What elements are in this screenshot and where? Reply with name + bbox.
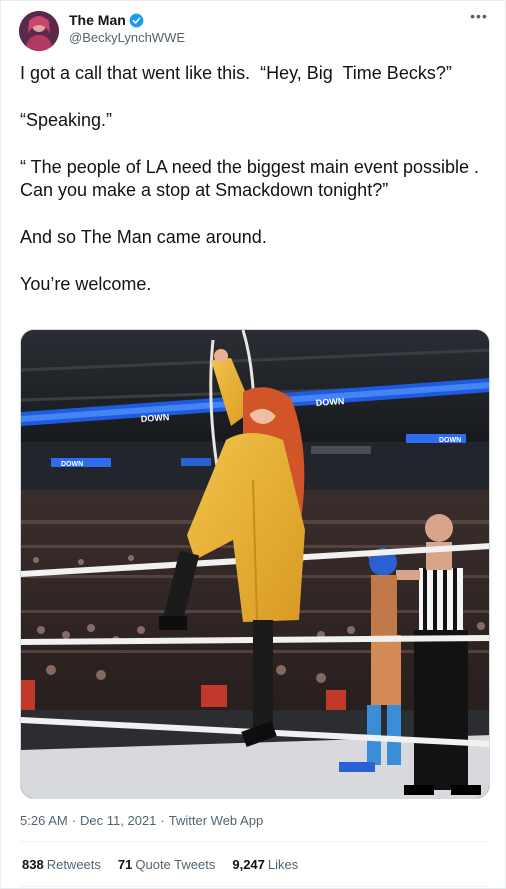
likes-label: Likes [267, 857, 299, 872]
meta-separator: · [160, 813, 165, 828]
author-handle[interactable]: @BeckyLynchWWE [69, 30, 185, 45]
banner-text: DOWN [140, 412, 169, 424]
tweet-card: The Man @BeckyLynchWWE ••• I got a call … [0, 0, 506, 889]
meta-separator: · [71, 813, 77, 828]
tweet-source[interactable]: Twitter Web App [169, 813, 263, 828]
retweets-label: Retweets [46, 857, 101, 872]
likes-stat[interactable]: 9,247 Likes [232, 857, 298, 872]
tweet-line: And so The Man came around. [20, 227, 267, 247]
tweet-photo[interactable]: DOWN DOWN DOWN DOWN [20, 329, 490, 799]
tweet-text: I got a call that went like this. “Hey, … [20, 62, 490, 320]
likes-count: 9,247 [232, 857, 265, 872]
divider [20, 841, 488, 842]
retweets-count: 838 [22, 857, 44, 872]
more-options-icon[interactable]: ••• [469, 9, 489, 27]
retweets-stat[interactable]: 838 Retweets [22, 857, 101, 872]
tweet-time[interactable]: 5:26 AM [20, 813, 68, 828]
quote-tweets-count: 71 [117, 857, 133, 872]
quote-tweets-label: Quote Tweets [135, 857, 216, 872]
tweet-line: I got a call that went like this. “Hey, … [20, 63, 452, 83]
tweet-meta: 5:26 AM · Dec 11, 2021 · Twitter Web App [20, 813, 263, 828]
author-name-row: The Man [69, 12, 144, 28]
tweet-line: “ The people of LA need the biggest main… [20, 157, 484, 200]
banner-text: DOWN [61, 461, 83, 468]
quote-tweets-stat[interactable]: 71 Quote Tweets [118, 857, 215, 872]
wrestling-arena-image: DOWN DOWN DOWN DOWN [21, 330, 489, 798]
tweet-line: “Speaking.” [20, 110, 113, 130]
tweet-header: The Man @BeckyLynchWWE ••• [19, 9, 489, 53]
tweet-stats: 838 Retweets 71 Quote Tweets 9,247 Likes [22, 857, 298, 872]
author-name[interactable]: The Man [69, 12, 126, 28]
verified-badge-icon [129, 13, 144, 27]
banner-text: DOWN [315, 396, 344, 408]
tweet-line: You’re welcome. [20, 274, 152, 294]
banner-text: DOWN [439, 437, 461, 444]
profile-photo-icon [19, 11, 59, 51]
avatar[interactable] [19, 11, 59, 51]
tweet-date[interactable]: Dec 11, 2021 [80, 813, 156, 828]
divider [20, 886, 488, 887]
